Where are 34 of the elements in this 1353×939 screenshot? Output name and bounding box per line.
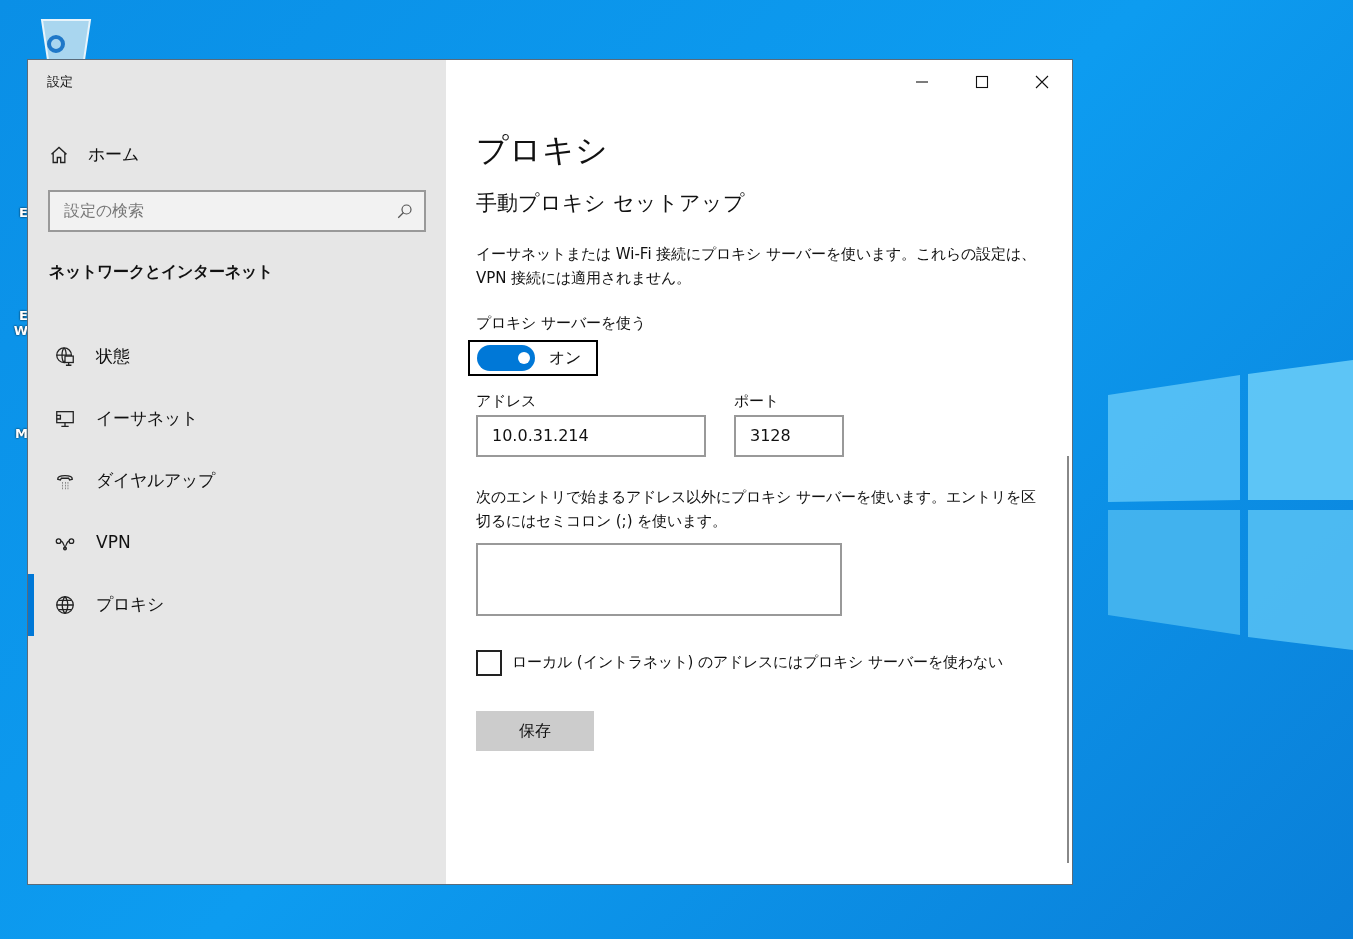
desktop-icon-label: E xyxy=(19,205,28,220)
section-heading: ネットワークとインターネット xyxy=(48,260,274,283)
close-icon xyxy=(1034,74,1050,90)
nav-item[interactable]: プロキシ xyxy=(28,573,446,636)
address-field[interactable]: 10.0.31.214 xyxy=(476,414,706,457)
port-field[interactable]: 3128 xyxy=(734,414,844,457)
desktop-icon-label: E W xyxy=(13,308,28,338)
nav-item[interactable]: イーサネット xyxy=(28,387,446,450)
toggle-switch xyxy=(477,345,535,371)
page-title: プロキシ xyxy=(476,130,609,170)
toggle-label: プロキシ サーバーを使う xyxy=(476,312,647,334)
nav-item[interactable]: ダイヤルアップ xyxy=(28,449,446,512)
search-icon xyxy=(396,201,414,220)
maximize-icon xyxy=(974,74,990,90)
home-icon xyxy=(49,144,69,165)
minimize-icon xyxy=(916,81,928,83)
globe-icon xyxy=(54,593,76,616)
bypass-local-option[interactable]: ローカル (イントラネット) のアドレスにはプロキシ サーバーを使わない xyxy=(476,649,1072,676)
globe-monitor-icon xyxy=(54,345,76,368)
nav-item[interactable]: 状態 xyxy=(28,325,446,388)
exceptions-description: 次のエントリで始まるアドレス以外にプロキシ サーバーを使います。エントリを区切るにはセミコロン (;) を使います。 xyxy=(476,486,1037,532)
nav-item[interactable]: VPN xyxy=(28,511,446,574)
port-label: ポート xyxy=(734,391,780,412)
window-title: 設定 xyxy=(46,73,74,91)
section-subtitle: 手動プロキシ セットアップ xyxy=(476,190,746,217)
save-button[interactable]: 保存 xyxy=(476,710,594,751)
description-text: イーサネットまたは Wi-Fi 接続にプロキシ サーバーを使います。これらの設定は、VPN 接続には適用されません。 xyxy=(476,243,1038,289)
checkbox[interactable] xyxy=(476,649,502,676)
home-link[interactable]: ホーム xyxy=(28,142,446,168)
address-label: アドレス xyxy=(476,391,537,412)
exceptions-field[interactable] xyxy=(476,542,842,616)
search-field[interactable]: 設定の検索 xyxy=(48,189,426,232)
proxy-toggle[interactable]: オン xyxy=(468,340,598,376)
desktop-icon-label: M xyxy=(15,426,28,441)
